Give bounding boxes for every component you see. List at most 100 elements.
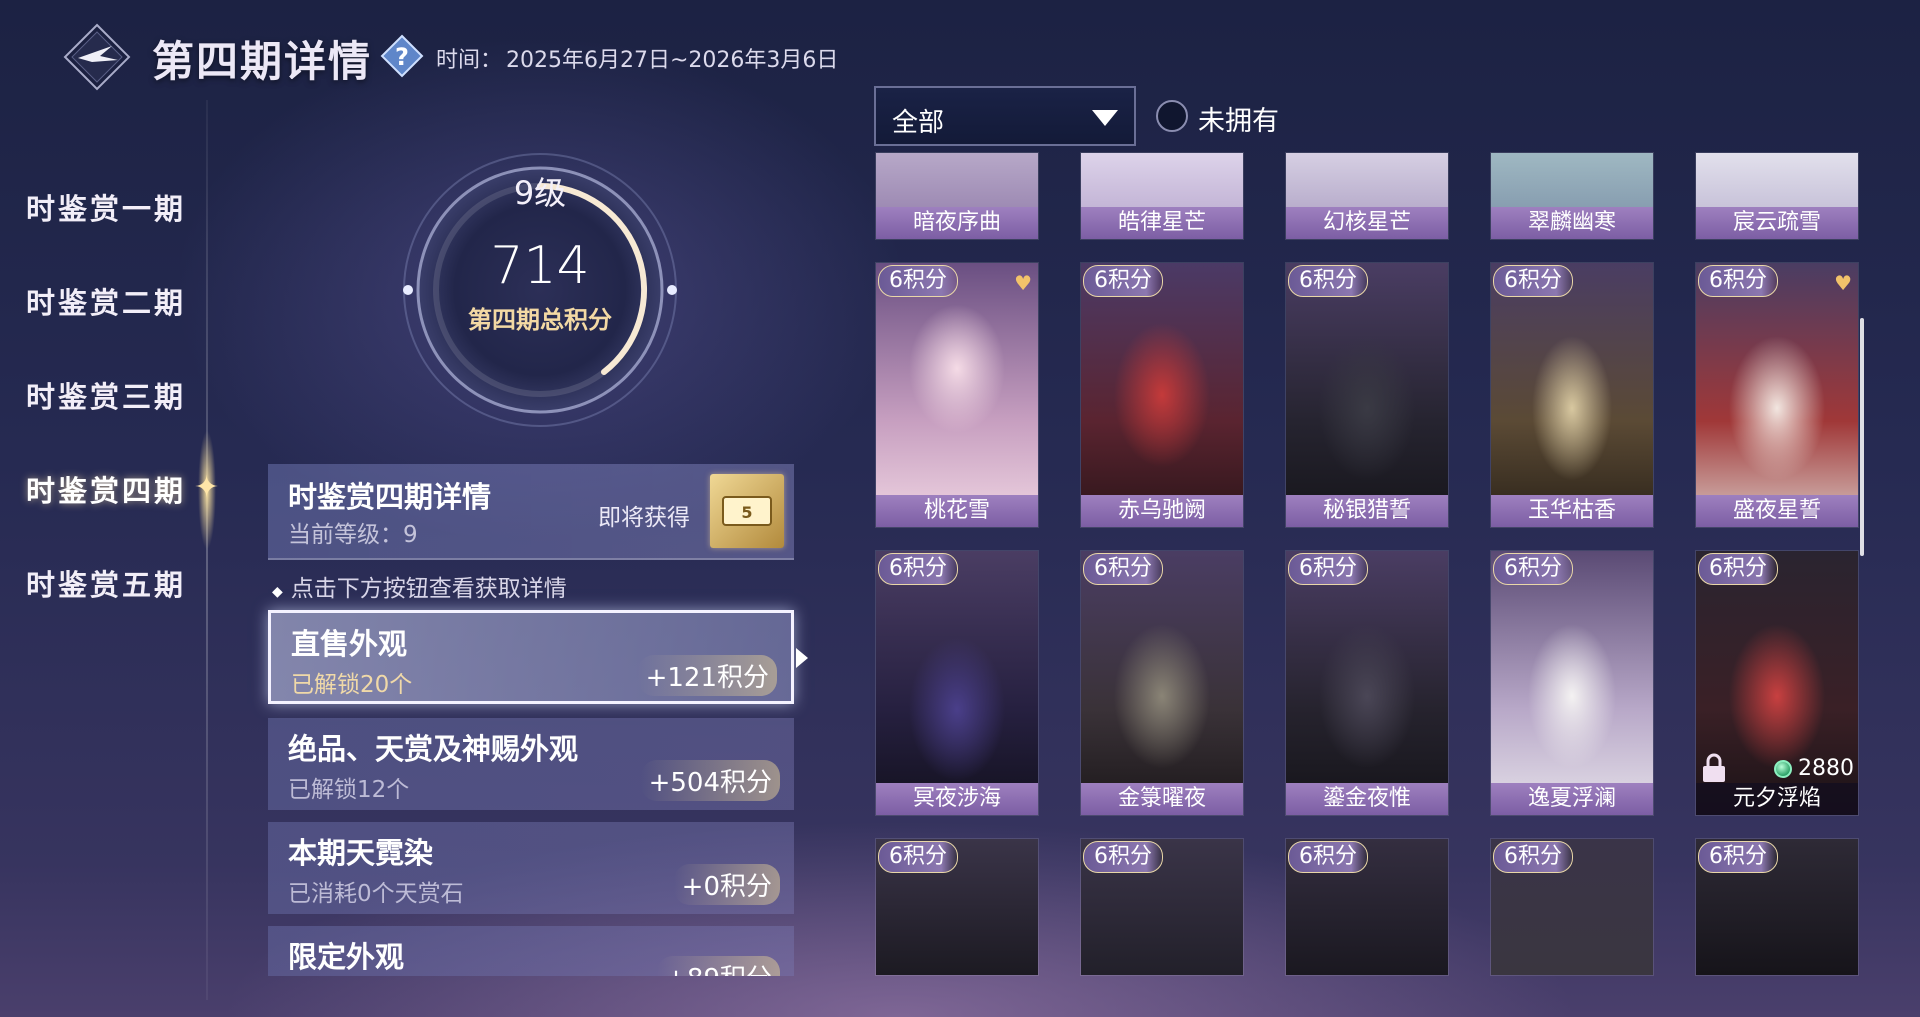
- appearance-name: 盛夜星誓: [1696, 495, 1858, 527]
- appearance-card[interactable]: 6积分: [1080, 838, 1244, 976]
- points-badge: 6积分: [1083, 553, 1163, 585]
- points-badge: 6积分: [1083, 841, 1163, 873]
- diamond-bullet-icon: ◆: [272, 584, 283, 600]
- appearance-card[interactable]: 6积分: [1490, 838, 1654, 976]
- appearance-portrait: [1081, 551, 1243, 815]
- appearance-card[interactable]: 6积分 ♥ 桃花雪: [875, 262, 1039, 528]
- category-limited[interactable]: 限定外观 +89积分: [268, 926, 794, 976]
- sidebar-item-season-1[interactable]: 时鉴赏一期: [26, 186, 186, 228]
- category-points: +121积分: [637, 655, 777, 696]
- appearance-card[interactable]: 6积分 玉华枯香: [1490, 262, 1654, 528]
- points-badge: 6积分: [1083, 265, 1163, 297]
- appearance-name: 秘银猎誓: [1286, 495, 1448, 527]
- appearance-portrait: [1491, 263, 1653, 527]
- svg-text:5: 5: [741, 503, 752, 522]
- appearance-card[interactable]: 6积分: [875, 838, 1039, 976]
- sidebar-divider: [206, 100, 208, 1000]
- appearance-card[interactable]: 6积分: [1285, 838, 1449, 976]
- level-label: 9级: [513, 174, 567, 212]
- appearance-card[interactable]: 6积分 金箓曜夜: [1080, 550, 1244, 816]
- appearance-card[interactable]: 6积分: [1695, 838, 1859, 976]
- appearance-card[interactable]: 幻核星芒: [1285, 152, 1449, 240]
- jade-coin-icon: [1774, 759, 1792, 778]
- category-subtitle: 已解锁20个: [291, 672, 413, 698]
- active-star-icon: ✦: [194, 470, 220, 505]
- appearance-card[interactable]: 6积分 逸夏浮澜: [1490, 550, 1654, 816]
- appearance-card[interactable]: 6积分 鎏金夜惟: [1285, 550, 1449, 816]
- appearance-card[interactable]: 6积分 2880 元夕浮焰: [1695, 550, 1859, 816]
- appearance-name: 元夕浮焰: [1696, 783, 1858, 815]
- appearance-name: 冥夜涉海: [876, 783, 1038, 815]
- appearance-portrait: [1081, 263, 1243, 527]
- appearance-name: 金箓曜夜: [1081, 783, 1243, 815]
- category-title: 直售外观: [291, 627, 408, 661]
- category-subtitle: 已解锁12个: [288, 777, 410, 803]
- appearance-card[interactable]: 6积分 赤乌驰阙: [1080, 262, 1244, 528]
- category-dye[interactable]: 本期天霓染 已消耗0个天赏石 +0积分: [268, 822, 794, 914]
- time-value: 2025年6月27日~2026年3月6日: [506, 48, 839, 73]
- appearance-portrait: [1491, 551, 1653, 815]
- appearance-card[interactable]: 宸云疏雪: [1695, 152, 1859, 240]
- points-badge: 6积分: [1288, 265, 1368, 297]
- appearance-card[interactable]: 6积分 秘银猎誓: [1285, 262, 1449, 528]
- appearance-card[interactable]: 6积分 ♥ 盛夜星誓: [1695, 262, 1859, 528]
- points-badge: 6积分: [1493, 553, 1573, 585]
- appearance-card[interactable]: 暗夜序曲: [875, 152, 1039, 240]
- points-badge: 6积分: [1288, 553, 1368, 585]
- price-tag: 2880: [1774, 756, 1854, 781]
- points-badge: 6积分: [1288, 841, 1368, 873]
- grid-scrollbar[interactable]: [1860, 318, 1864, 556]
- reward-ticket-icon: 5: [722, 496, 772, 526]
- category-title: 限定外观: [288, 940, 405, 974]
- help-icon[interactable]: ?: [380, 34, 424, 78]
- time-range: 时间： 2025年6月27日~2026年3月6日: [436, 42, 842, 74]
- heart-icon: ♥: [1014, 271, 1032, 295]
- category-title: 绝品、天赏及神赐外观: [288, 732, 579, 766]
- season-details-title: 时鉴赏四期详情: [288, 480, 492, 514]
- sidebar-item-season-2[interactable]: 时鉴赏二期: [26, 280, 186, 322]
- appearance-name: 宸云疏雪: [1696, 207, 1858, 239]
- category-subtitle: 已消耗0个天赏石: [288, 881, 464, 907]
- appearance-portrait: [1286, 551, 1448, 815]
- appearance-portrait: [876, 263, 1038, 527]
- appearance-name: 翠麟幽寒: [1491, 207, 1653, 239]
- current-level: 当前等级：9: [288, 522, 418, 548]
- appearance-card[interactable]: 6积分 冥夜涉海: [875, 550, 1039, 816]
- chevron-down-icon: [1092, 110, 1118, 126]
- sidebar-item-season-5[interactable]: 时鉴赏五期: [26, 562, 186, 604]
- upcoming-reward-label: 即将获得: [598, 505, 690, 531]
- unowned-radio[interactable]: [1156, 100, 1188, 132]
- points-badge: 6积分: [878, 265, 958, 297]
- appearance-name: 赤乌驰阙: [1081, 495, 1243, 527]
- appearance-grid: 暗夜序曲 皓律星芒 幻核星芒 翠麟幽寒 宸云疏雪 6积分 ♥ 桃花雪 6积分 赤…: [872, 152, 1862, 976]
- filter-dropdown[interactable]: 全部: [874, 86, 1136, 146]
- category-premium[interactable]: 绝品、天赏及神赐外观 已解锁12个 +504积分: [268, 718, 794, 810]
- hint-label: 点击下方按钮查看获取详情: [290, 576, 567, 602]
- appearance-name: 鎏金夜惟: [1286, 783, 1448, 815]
- appearance-name: 桃花雪: [876, 495, 1038, 527]
- price-value: 2880: [1798, 756, 1854, 781]
- appearance-card[interactable]: 翠麟幽寒: [1490, 152, 1654, 240]
- category-points: +504积分: [640, 760, 780, 801]
- hint-text: ◆ 点击下方按钮查看获取详情: [272, 569, 567, 603]
- appearance-name: 玉华枯香: [1491, 495, 1653, 527]
- category-points: +89积分: [657, 956, 780, 976]
- appearance-name: 逸夏浮澜: [1491, 783, 1653, 815]
- upcoming-reward-item[interactable]: 5: [710, 474, 784, 548]
- total-score: 714: [490, 236, 590, 296]
- unowned-label[interactable]: 未拥有: [1198, 99, 1279, 138]
- sidebar-item-season-3[interactable]: 时鉴赏三期: [26, 374, 186, 416]
- category-title: 本期天霓染: [288, 836, 434, 870]
- points-badge: 6积分: [1698, 265, 1778, 297]
- points-badge: 6积分: [1698, 553, 1778, 585]
- heart-icon: ♥: [1834, 271, 1852, 295]
- sidebar-item-season-4[interactable]: 时鉴赏四期: [26, 468, 186, 510]
- back-button[interactable]: [62, 22, 132, 92]
- points-badge: 6积分: [878, 553, 958, 585]
- appearance-portrait: [1286, 263, 1448, 527]
- appearance-card[interactable]: 皓律星芒: [1080, 152, 1244, 240]
- page-title: 第四期详情: [152, 37, 373, 86]
- dropdown-value: 全部: [892, 108, 945, 138]
- category-points: +0积分: [673, 864, 780, 905]
- category-direct-sale[interactable]: 直售外观 已解锁20个 +121积分: [268, 610, 794, 704]
